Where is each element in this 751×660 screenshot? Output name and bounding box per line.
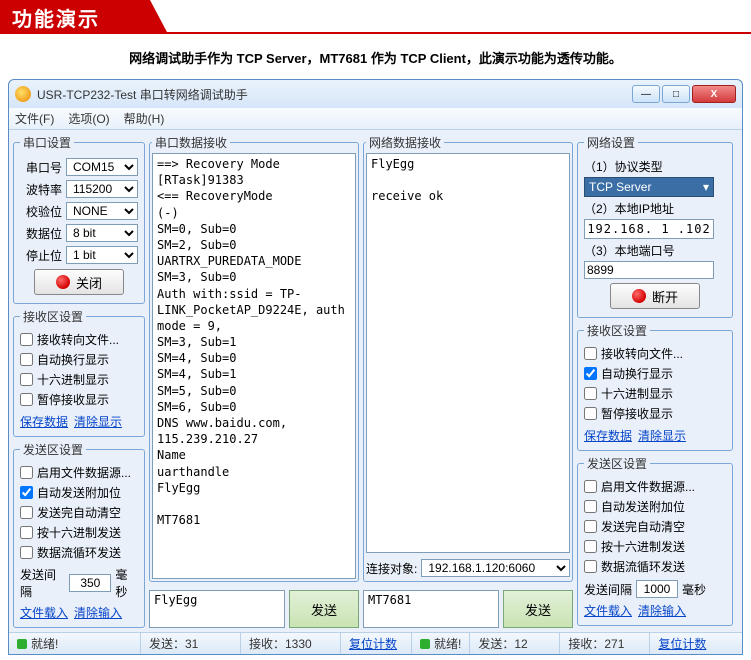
save-data-link-r[interactable]: 保存数据 — [584, 429, 632, 443]
tx-hex[interactable]: 按十六进制发送 — [20, 522, 138, 542]
rx2-to-file[interactable]: 接收转向文件... — [584, 343, 726, 363]
port-net-label: （3）本地端口号 — [584, 242, 726, 259]
serial-send-button[interactable]: 发送 — [289, 590, 359, 628]
net-rx-panel: 网络数据接收 FlyEgg receive ok 连接对象: 192.168.1… — [363, 134, 573, 582]
clear-input-link-r[interactable]: 清除输入 — [638, 604, 686, 618]
serial-close-button[interactable]: 关闭 — [34, 269, 124, 295]
serial-settings: 串口设置 串口号COM15 波特率115200 校验位NONE 数据位8 bit… — [13, 134, 145, 304]
rx2-auto-wrap[interactable]: 自动换行显示 — [584, 363, 726, 383]
net-rx-text[interactable]: FlyEgg receive ok — [366, 153, 570, 553]
rx-hex[interactable]: 十六进制显示 — [20, 369, 138, 389]
proto-label: （1）协议类型 — [584, 158, 726, 175]
file-load-link[interactable]: 文件载入 — [20, 606, 68, 620]
statusbar: 就绪! 发送：31 接收：1330 复位计数 就绪! 发送：12 接收：271 … — [9, 632, 742, 654]
tx-count-left: 发送：31 — [149, 635, 198, 652]
rx-count-right: 接收：271 — [568, 635, 624, 652]
tx2-file-src[interactable]: 启用文件数据源... — [584, 476, 726, 496]
tx-auto-append[interactable]: 自动发送附加位 — [20, 482, 138, 502]
data-label: 数据位 — [20, 225, 62, 242]
tx-loop[interactable]: 数据流循环发送 — [20, 542, 138, 562]
clear-input-link[interactable]: 清除输入 — [74, 606, 122, 620]
status-dot-icon — [632, 289, 646, 303]
rx2-pause[interactable]: 暂停接收显示 — [584, 403, 726, 423]
page-subtitle: 网络调试助手作为 TCP Server，MT7681 作为 TCP Client… — [0, 34, 751, 75]
clear-display-link-r[interactable]: 清除显示 — [638, 429, 686, 443]
ready-text: 就绪! — [31, 635, 58, 652]
save-data-link[interactable]: 保存数据 — [20, 415, 68, 429]
disconnect-button[interactable]: 断开 — [610, 283, 700, 309]
ip-input[interactable]: 192.168. 1 .102 — [584, 219, 714, 239]
menubar: 文件(F) 选项(O) 帮助(H) — [9, 108, 742, 130]
interval-label: 发送间隔 — [20, 566, 65, 600]
ready-icon — [420, 639, 430, 649]
ready-icon — [17, 639, 27, 649]
net-legend: 网络设置 — [584, 134, 638, 151]
banner-title: 功能演示 — [0, 3, 100, 32]
tx-legend: 发送区设置 — [20, 441, 86, 458]
minimize-button[interactable]: — — [632, 85, 660, 103]
tx-settings-left: 发送区设置 启用文件数据源... 自动发送附加位 发送完自动清空 按十六进制发送… — [13, 441, 145, 628]
rx-to-file[interactable]: 接收转向文件... — [20, 329, 138, 349]
reset-count-left[interactable]: 复位计数 — [349, 635, 397, 652]
menu-help[interactable]: 帮助(H) — [124, 110, 165, 127]
net-send-button[interactable]: 发送 — [503, 590, 573, 628]
tx-file-src[interactable]: 启用文件数据源... — [20, 462, 138, 482]
stop-select[interactable]: 1 bit — [66, 246, 138, 264]
serial-rx-legend: 串口数据接收 — [152, 134, 230, 151]
menu-options[interactable]: 选项(O) — [68, 110, 109, 127]
tx-auto-clear[interactable]: 发送完自动清空 — [20, 502, 138, 522]
rx-settings-left: 接收区设置 接收转向文件... 自动换行显示 十六进制显示 暂停接收显示 保存数… — [13, 308, 145, 437]
stop-label: 停止位 — [20, 247, 62, 264]
tx-count-right: 发送：12 — [478, 635, 527, 652]
status-dot-icon — [56, 275, 70, 289]
app-window: USR-TCP232-Test 串口转网络调试助手 — □ X 文件(F) 选项… — [8, 79, 743, 655]
file-load-link-r[interactable]: 文件载入 — [584, 604, 632, 618]
tx2-hex[interactable]: 按十六进制发送 — [584, 536, 726, 556]
conn-select[interactable]: 192.168.1.120:6060 — [421, 559, 570, 577]
serial-legend: 串口设置 — [20, 134, 74, 151]
net-rx-legend: 网络数据接收 — [366, 134, 444, 151]
rx-pause[interactable]: 暂停接收显示 — [20, 389, 138, 409]
ip-label: （2）本地IP地址 — [584, 200, 726, 217]
tx2-auto-clear[interactable]: 发送完自动清空 — [584, 516, 726, 536]
net-settings: 网络设置 （1）协议类型 TCP Server▾ （2）本地IP地址 192.1… — [577, 134, 733, 318]
port-select[interactable]: COM15 — [66, 158, 138, 176]
interval-input-right[interactable] — [636, 580, 678, 598]
serial-rx-panel: 串口数据接收 ==> Recovery Mode [RTask]91383 <=… — [149, 134, 359, 582]
reset-count-right[interactable]: 复位计数 — [658, 635, 706, 652]
titlebar[interactable]: USR-TCP232-Test 串口转网络调试助手 — □ X — [9, 80, 742, 108]
maximize-button[interactable]: □ — [662, 85, 690, 103]
parity-label: 校验位 — [20, 203, 62, 220]
menu-file[interactable]: 文件(F) — [15, 110, 54, 127]
rx2-hex[interactable]: 十六进制显示 — [584, 383, 726, 403]
data-select[interactable]: 8 bit — [66, 224, 138, 242]
rx-auto-wrap[interactable]: 自动换行显示 — [20, 349, 138, 369]
parity-select[interactable]: NONE — [66, 202, 138, 220]
conn-label: 连接对象: — [366, 560, 417, 577]
serial-send-input[interactable]: FlyEgg — [149, 590, 285, 628]
tx-settings-right: 发送区设置 启用文件数据源... 自动发送附加位 发送完自动清空 按十六进制发送… — [577, 455, 733, 626]
clear-display-link[interactable]: 清除显示 — [74, 415, 122, 429]
port-input[interactable] — [584, 261, 714, 279]
chevron-down-icon: ▾ — [703, 180, 709, 194]
rx-count-left: 接收：1330 — [249, 635, 312, 652]
proto-select[interactable]: TCP Server▾ — [584, 177, 714, 197]
close-button[interactable]: X — [692, 85, 736, 103]
interval-input-left[interactable] — [69, 574, 111, 592]
page-banner: 功能演示 — [0, 0, 751, 34]
rx-legend: 接收区设置 — [20, 308, 86, 325]
window-title: USR-TCP232-Test 串口转网络调试助手 — [37, 86, 626, 103]
tx2-loop[interactable]: 数据流循环发送 — [584, 556, 726, 576]
serial-rx-text[interactable]: ==> Recovery Mode [RTask]91383 <== Recov… — [152, 153, 356, 579]
port-label: 串口号 — [20, 159, 62, 176]
net-send-input[interactable]: MT7681 — [363, 590, 499, 628]
app-icon — [15, 86, 31, 102]
baud-select[interactable]: 115200 — [66, 180, 138, 198]
tx2-auto-append[interactable]: 自动发送附加位 — [584, 496, 726, 516]
baud-label: 波特率 — [20, 181, 62, 198]
rx-settings-right: 接收区设置 接收转向文件... 自动换行显示 十六进制显示 暂停接收显示 保存数… — [577, 322, 733, 451]
